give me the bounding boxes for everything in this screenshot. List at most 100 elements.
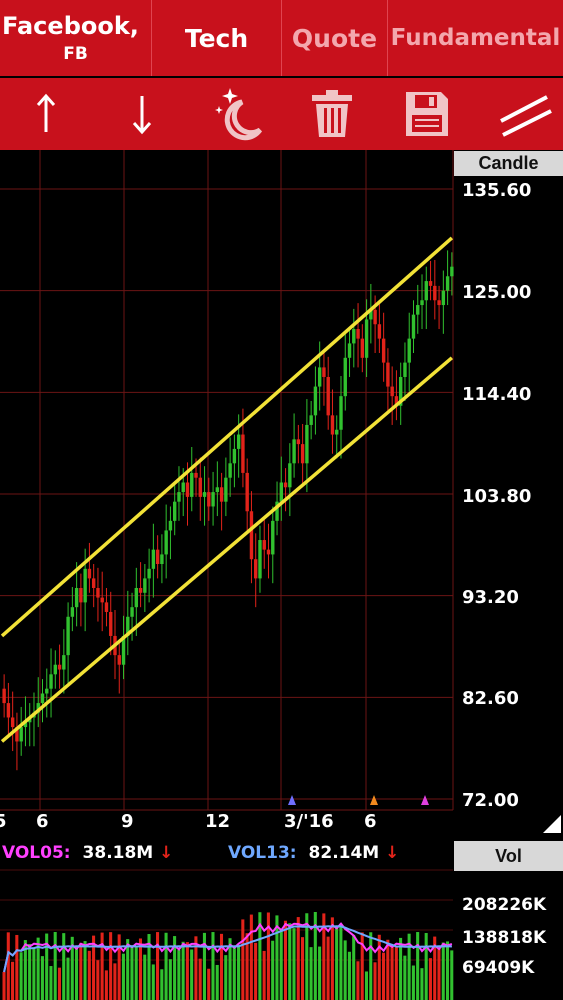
- candle-down: [326, 376, 330, 416]
- volume-bar-up: [369, 932, 373, 1000]
- volume-bar-up: [130, 945, 134, 1000]
- volume-panel-label[interactable]: Vol: [454, 841, 563, 871]
- event-marker-icon[interactable]: [370, 795, 378, 805]
- candle-down: [207, 492, 211, 507]
- volume-bar-up: [74, 948, 79, 1000]
- candle-down: [117, 655, 121, 665]
- candle-down: [241, 434, 245, 473]
- volume-bar-up: [416, 932, 420, 1000]
- volume-bar-up: [411, 965, 415, 1000]
- volume-bar-up: [164, 932, 168, 1000]
- tab-quote-label: Quote: [291, 23, 378, 53]
- volume-bar-up: [343, 940, 347, 1000]
- trendline-lower[interactable]: [0, 356, 454, 743]
- volume-bar-up: [62, 933, 66, 1000]
- down-arrow-icon: ↓: [159, 843, 174, 863]
- volume-bar-up: [441, 942, 445, 1000]
- volume-bar-up: [318, 946, 322, 1000]
- event-marker-icon[interactable]: [421, 795, 429, 805]
- candle-down: [433, 285, 437, 301]
- candle-down: [300, 444, 305, 464]
- candle-down: [198, 477, 202, 497]
- volume-bar-up: [66, 957, 70, 1000]
- arrow-down-icon[interactable]: [110, 78, 174, 150]
- candle-down: [390, 386, 394, 397]
- y-tick-label: 114.40: [462, 384, 532, 405]
- candle-down: [266, 549, 271, 555]
- volume-bar-down: [382, 952, 386, 1000]
- candle-up: [335, 429, 339, 435]
- candle-up: [271, 520, 275, 555]
- volume-tick-label: 208226K: [462, 895, 547, 915]
- candle-up: [403, 362, 407, 377]
- candle-up: [343, 357, 347, 397]
- event-marker-icon[interactable]: [288, 795, 296, 805]
- candle-up: [202, 492, 207, 497]
- volume-bar-up: [445, 941, 450, 1000]
- y-tick-label: 103.80: [462, 486, 532, 507]
- volume-bar-up: [352, 935, 356, 1000]
- volume-bar-down: [373, 962, 377, 1000]
- drawing-lines-icon[interactable]: [490, 78, 560, 150]
- volume-bar-down: [428, 958, 432, 1000]
- volume-bar-down: [96, 960, 100, 1000]
- x-tick-label: 5: [0, 811, 7, 832]
- volume-bar-down: [100, 932, 104, 1000]
- candle-down: [356, 329, 360, 339]
- volume-bar-up: [403, 955, 407, 1000]
- candle-up: [83, 568, 87, 603]
- candle-up: [70, 607, 75, 617]
- candle-down: [249, 511, 254, 560]
- volume-bar-up: [347, 951, 351, 1000]
- chart-type-label[interactable]: Candle: [454, 151, 563, 176]
- volume-bar-down: [356, 961, 360, 1000]
- volume-bar-up: [237, 944, 241, 1000]
- candle-down: [194, 472, 198, 478]
- candle-down: [437, 300, 441, 306]
- volume-tick-label: 69409K: [462, 958, 535, 978]
- volume-bar-down: [2, 972, 6, 1000]
- volume-bar-up: [126, 939, 130, 1000]
- arrow-up-icon[interactable]: [14, 78, 78, 150]
- candle-down: [386, 362, 390, 387]
- volume-bar-up: [190, 949, 194, 1000]
- tab-fundamental[interactable]: Fundamental: [388, 0, 563, 76]
- volume-bar-down: [394, 946, 398, 1000]
- night-mode-icon[interactable]: [205, 78, 273, 150]
- candle-down: [10, 717, 15, 728]
- tab-quote[interactable]: Quote: [282, 0, 388, 76]
- save-icon[interactable]: [395, 78, 459, 150]
- candle-up: [407, 338, 411, 363]
- tab-symbol[interactable]: Facebook, FB: [0, 0, 152, 76]
- candle-up: [450, 266, 454, 277]
- candle-down: [360, 338, 365, 358]
- candle-down: [428, 281, 433, 286]
- volume-bar-up: [181, 941, 185, 1000]
- candle-up: [147, 568, 151, 579]
- volume-bar-down: [138, 938, 143, 1000]
- tab-tech[interactable]: Tech: [152, 0, 282, 76]
- volume-bar-up: [232, 946, 236, 1000]
- volume-bar-down: [386, 939, 390, 1000]
- candle-up: [190, 472, 194, 497]
- volume-bar-down: [249, 914, 253, 1000]
- volume-bar-down: [296, 917, 300, 1000]
- candle-up: [347, 343, 352, 358]
- volume-bar-up: [19, 952, 23, 1000]
- candle-up: [411, 314, 416, 339]
- trendline-upper[interactable]: [0, 236, 454, 638]
- volume-bar-up: [40, 956, 44, 1000]
- candle-up: [317, 367, 322, 387]
- volume-bar-down: [390, 944, 394, 1000]
- volume-bar-up: [335, 927, 339, 1000]
- candle-down: [381, 338, 386, 363]
- volume-bar-up: [224, 955, 228, 1000]
- trash-icon[interactable]: [300, 78, 364, 150]
- volume-bar-down: [207, 968, 211, 1000]
- volume-bar-up: [160, 969, 164, 1000]
- volume-bar-up: [309, 947, 313, 1000]
- candle-up: [172, 501, 177, 521]
- down-arrow-icon: ↓: [385, 843, 400, 863]
- vol13-label: VOL13:: [228, 843, 297, 863]
- resize-corner-icon[interactable]: [543, 815, 561, 833]
